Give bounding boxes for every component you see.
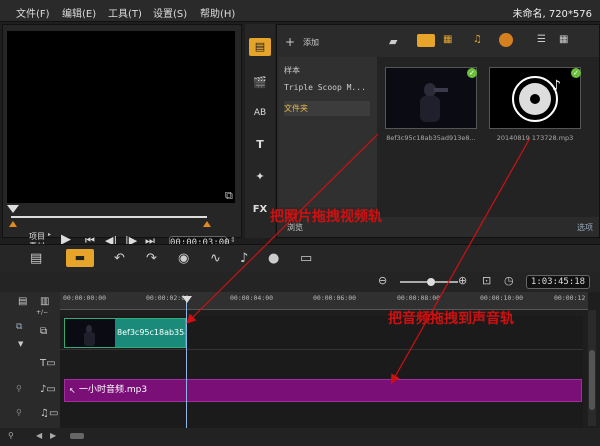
annotation-photo-to-video: 把照片拖拽视频轨 — [270, 209, 382, 225]
annotation-audio-to-sound: 把音频拖拽到声音轨 — [388, 311, 514, 327]
arrow-audio-to-sound — [390, 137, 531, 385]
arrow-photo-to-video — [186, 133, 379, 324]
